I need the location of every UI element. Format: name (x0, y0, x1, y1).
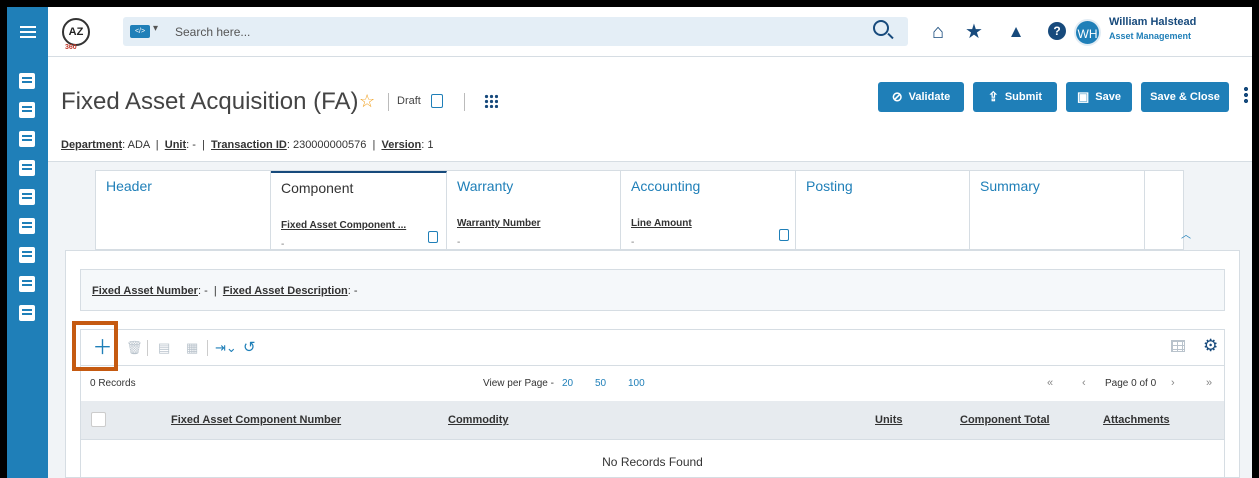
left-rail (7, 7, 48, 478)
component-panel: Fixed Asset Number: - | Fixed Asset Desc… (65, 250, 1240, 478)
divider (147, 340, 148, 356)
notification-bell-icon[interactable]: ▲ (1004, 20, 1028, 44)
favorites-star-icon[interactable]: ★ (962, 20, 986, 44)
save-and-close-button[interactable]: Save & Close (1141, 82, 1229, 112)
transaction-meta: Department: ADA | Unit: - | Transaction … (61, 139, 434, 151)
view-per-page-label: View per Page - (483, 378, 554, 389)
col-units[interactable]: Units (875, 414, 903, 426)
rail-list-icon[interactable] (19, 160, 35, 176)
rail-document-icon[interactable] (19, 218, 35, 234)
search-icon[interactable] (873, 20, 889, 36)
refresh-icon[interactable]: ↺ (243, 338, 256, 356)
delete-icon[interactable]: 🗑 (126, 340, 143, 356)
rail-book-icon[interactable] (19, 102, 35, 118)
grid-toolbar: ＋ 🗑 ▤ ▦ ⇥⌄ ↺ ⚙ (81, 330, 1224, 365)
save-button[interactable]: ▣ Save (1066, 82, 1132, 112)
rail-edit-icon[interactable] (19, 276, 35, 292)
divider (388, 93, 389, 111)
section-tabs: Header Component Fixed Asset Component .… (95, 170, 1191, 250)
tab-summary[interactable]: Summary (970, 171, 1145, 249)
gear-icon[interactable]: ⚙ (1203, 336, 1218, 356)
tab-component[interactable]: Component Fixed Asset Component ... - (271, 171, 447, 250)
check-circle-icon: ⊘ (891, 89, 903, 104)
code-icon[interactable]: </> (130, 25, 150, 38)
page-title: Fixed Asset Acquisition (FA) (61, 88, 359, 115)
divider (464, 93, 465, 111)
rail-clipboard-icon[interactable] (19, 131, 35, 147)
notes-icon[interactable] (779, 229, 789, 241)
status-badge: Draft (397, 95, 421, 107)
chevron-down-icon[interactable]: ▾ (153, 23, 158, 34)
select-all-checkbox[interactable] (91, 412, 106, 427)
hamburger-menu-icon[interactable] (7, 7, 48, 57)
grid-pager: 0 Records View per Page - 20 50 100 « ‹ … (81, 365, 1224, 401)
notes-icon[interactable] (428, 231, 438, 243)
more-options-icon[interactable] (1244, 86, 1248, 104)
help-icon[interactable]: ? (1048, 22, 1066, 40)
save-icon: ▣ (1077, 89, 1090, 104)
tab-header[interactable]: Header (96, 171, 271, 249)
component-grid: ＋ 🗑 ▤ ▦ ⇥⌄ ↺ ⚙ 0 Records View per Page -… (80, 329, 1225, 478)
rail-report-icon[interactable] (19, 305, 35, 321)
divider (207, 340, 208, 356)
export-icon[interactable]: ⇥⌄ (215, 340, 237, 356)
last-page-icon[interactable]: » (1206, 377, 1212, 389)
submit-icon: ⇪ (987, 89, 999, 104)
first-page-icon[interactable]: « (1047, 377, 1053, 389)
collapse-chevron-up-icon[interactable]: ︿ (1181, 226, 1191, 241)
search-input[interactable]: Search here... (175, 25, 250, 39)
page-size-50[interactable]: 50 (595, 378, 606, 389)
grid-header-row: Fixed Asset Component Number Commodity U… (81, 401, 1224, 439)
page-size-20[interactable]: 20 (562, 378, 573, 389)
prev-page-icon[interactable]: ‹ (1082, 377, 1086, 389)
user-org: Asset Management (1109, 31, 1192, 41)
empty-state: No Records Found (81, 439, 1224, 478)
col-component-number[interactable]: Fixed Asset Component Number (171, 414, 341, 426)
col-attachments[interactable]: Attachments (1103, 414, 1170, 426)
apps-grid-icon[interactable] (484, 94, 498, 108)
az360-logo[interactable]: AZ 360 (62, 18, 90, 51)
page-header: Fixed Asset Acquisition (FA) ☆ Draft Dep… (48, 57, 1252, 162)
col-commodity[interactable]: Commodity (448, 414, 509, 426)
page-info: Page 0 of 0 (1105, 378, 1157, 389)
next-page-icon[interactable]: › (1171, 377, 1175, 389)
home-icon[interactable]: ⌂ (926, 20, 950, 44)
favorite-star-outline-icon[interactable]: ☆ (359, 91, 375, 112)
rail-ticket-icon[interactable] (19, 189, 35, 205)
validate-button[interactable]: ⊘ Validate (878, 82, 964, 112)
copy-icon[interactable]: ▤ (158, 340, 170, 356)
global-search[interactable]: </> ▾ Search here... (123, 17, 908, 46)
tab-warranty[interactable]: Warranty Warranty Number - (447, 171, 621, 249)
rail-search-icon[interactable] (19, 73, 35, 89)
top-bar: AZ 360 </> ▾ Search here... ⌂ ★ ▲ ? WH W… (48, 7, 1252, 57)
column-layout-icon[interactable] (1171, 340, 1185, 352)
fixed-asset-info-bar: Fixed Asset Number: - | Fixed Asset Desc… (80, 269, 1225, 311)
user-name[interactable]: William Halstead (1109, 16, 1196, 28)
record-count: 0 Records (90, 378, 136, 389)
notes-icon[interactable] (431, 94, 443, 108)
tab-posting[interactable]: Posting (796, 171, 970, 249)
paste-icon[interactable]: ▦ (186, 340, 198, 356)
avatar[interactable]: WH (1074, 19, 1101, 46)
col-component-total[interactable]: Component Total (960, 414, 1050, 426)
add-button-highlight-box (72, 321, 118, 371)
rail-settings-icon[interactable] (19, 247, 35, 263)
tab-accounting[interactable]: Accounting Line Amount - (621, 171, 796, 249)
page-size-100[interactable]: 100 (628, 378, 645, 389)
app-frame: AZ 360 </> ▾ Search here... ⌂ ★ ▲ ? WH W… (7, 7, 1252, 478)
submit-button[interactable]: ⇪ Submit (973, 82, 1057, 112)
